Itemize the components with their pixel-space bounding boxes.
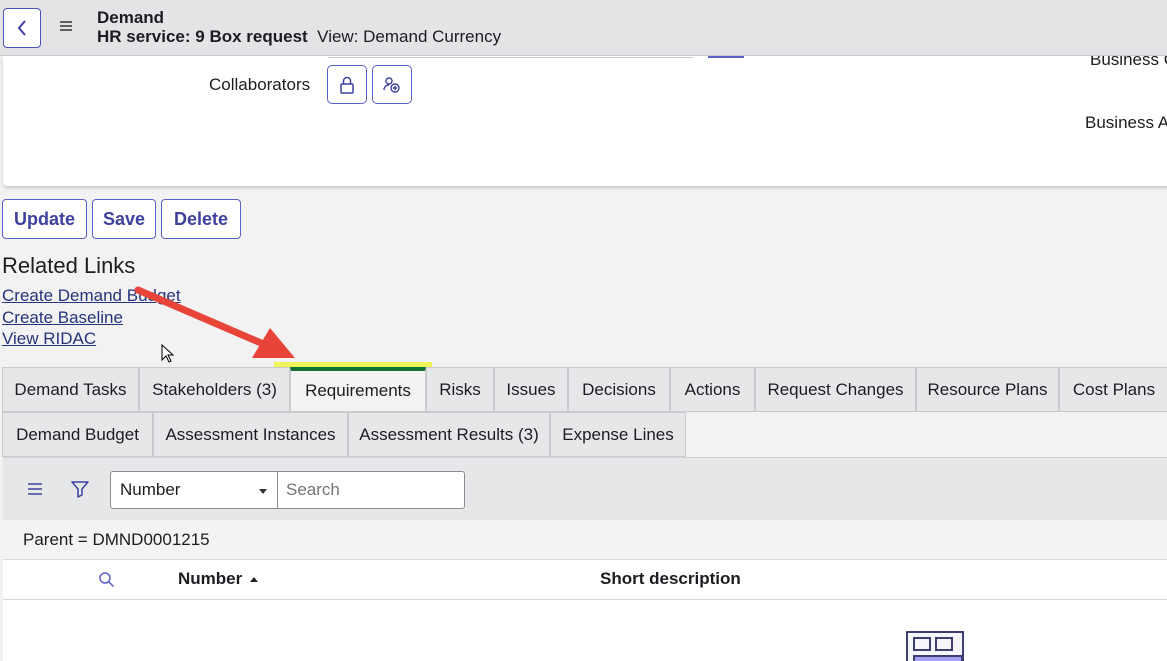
- field-button-edge: [708, 56, 744, 58]
- back-button[interactable]: [3, 8, 41, 48]
- table-header: Number Short description: [3, 560, 1167, 600]
- tab-expense-lines[interactable]: Expense Lines: [550, 412, 686, 457]
- add-user-icon: [383, 76, 400, 93]
- empty-state-illustration: [906, 631, 964, 661]
- column-search-icon[interactable]: [98, 571, 115, 593]
- update-button[interactable]: Update: [2, 199, 87, 239]
- select-value: Number: [120, 480, 181, 499]
- collaborators-label: Collaborators: [209, 75, 311, 94]
- header-bar: Demand HR service: 9 Box request View: D…: [0, 0, 1167, 56]
- business-field-label: Business C: [1090, 56, 1167, 69]
- tab-resource-plans[interactable]: Resource Plans: [916, 367, 1059, 412]
- search-input[interactable]: [277, 471, 465, 509]
- related-links-title: Related Links: [2, 253, 136, 278]
- sort-ascending-icon: [250, 577, 259, 583]
- chevron-left-icon: [17, 20, 26, 36]
- breadcrumb[interactable]: Parent = DMND0001215: [23, 530, 210, 550]
- page-title: Demand: [97, 8, 165, 27]
- column-short-description[interactable]: Short description: [600, 569, 741, 589]
- tab-demand-budget[interactable]: Demand Budget: [2, 412, 153, 457]
- record-name: HR service: 9 Box request: [97, 27, 308, 46]
- tab-demand-tasks[interactable]: Demand Tasks: [2, 367, 139, 412]
- tab-cost-plans[interactable]: Cost Plans: [1059, 367, 1167, 412]
- tab-decisions[interactable]: Decisions: [568, 367, 670, 412]
- menu-icon[interactable]: [58, 18, 74, 34]
- delete-button[interactable]: Delete: [161, 199, 241, 239]
- view-ridac-link[interactable]: View RIDAC: [2, 329, 96, 349]
- tab-request-changes[interactable]: Request Changes: [755, 367, 916, 412]
- tab-stakeholders[interactable]: Stakeholders (3): [139, 367, 290, 412]
- related-list-panel: Number Parent = DMND0001215 Number Short…: [3, 457, 1167, 661]
- list-menu-icon[interactable]: [27, 482, 43, 501]
- chevron-down-icon: [259, 489, 267, 494]
- filter-icon[interactable]: [71, 480, 89, 503]
- tab-actions[interactable]: Actions: [670, 367, 755, 412]
- tab-assessment-results[interactable]: Assessment Results (3): [348, 412, 550, 457]
- add-collaborator-button[interactable]: [372, 65, 412, 104]
- tab-assessment-instances[interactable]: Assessment Instances: [153, 412, 348, 457]
- lock-button[interactable]: [327, 65, 367, 104]
- form-section: Collaborators Business C Business A: [3, 56, 1167, 186]
- create-baseline-link[interactable]: Create Baseline: [2, 308, 123, 328]
- tab-risks[interactable]: Risks: [426, 367, 494, 412]
- breadcrumb-row: Parent = DMND0001215: [3, 520, 1167, 560]
- column-number[interactable]: Number: [178, 569, 259, 589]
- save-button[interactable]: Save: [92, 199, 156, 239]
- field-underline: [328, 56, 693, 58]
- tab-issues[interactable]: Issues: [494, 367, 568, 412]
- tab-requirements[interactable]: Requirements: [290, 367, 426, 412]
- annotation-arrow-icon: [134, 286, 295, 358]
- record-subtitle: HR service: 9 Box request View: Demand C…: [97, 27, 501, 47]
- search-field-select[interactable]: Number: [110, 471, 278, 509]
- view-name[interactable]: View: Demand Currency: [317, 27, 501, 46]
- column-number-label: Number: [178, 569, 243, 588]
- business-field-label-2: Business A: [1085, 113, 1167, 132]
- lock-icon: [340, 76, 354, 94]
- list-toolbar: Number: [3, 458, 1167, 520]
